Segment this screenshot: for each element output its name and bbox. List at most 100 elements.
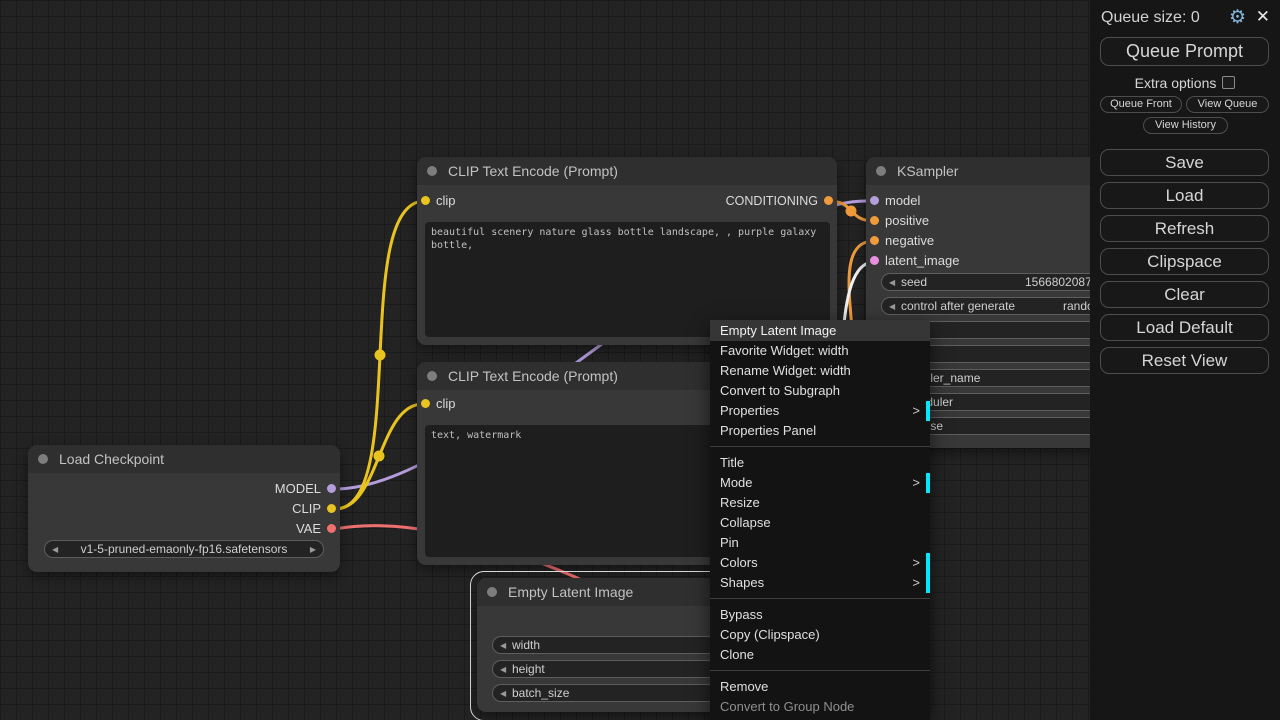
- node-status-dot: [427, 371, 437, 381]
- menu-item-label: Shapes: [720, 575, 764, 590]
- node-title: CLIP Text Encode (Prompt): [448, 368, 618, 384]
- menu-item-label: Pin: [720, 535, 739, 550]
- menu-item-copy-clipspace-[interactable]: Copy (Clipspace): [710, 625, 930, 645]
- decrement-icon[interactable]: ◀: [500, 685, 506, 702]
- menu-item-convert-to-group-node-deprecated-[interactable]: Convert to Group Node (Deprecated): [710, 697, 930, 717]
- queue-prompt-button[interactable]: Queue Prompt: [1100, 37, 1269, 66]
- menu-item-clone[interactable]: Clone: [710, 645, 930, 665]
- decrement-icon[interactable]: ◀: [889, 274, 895, 291]
- menu-item-label: Remove: [720, 679, 768, 694]
- previous-value-icon[interactable]: ◀: [52, 541, 58, 558]
- decrement-icon[interactable]: ◀: [500, 637, 506, 654]
- port-label: clip: [436, 394, 456, 414]
- gear-icon[interactable]: ⚙: [1229, 6, 1246, 29]
- queue-size-label: Queue size: 0: [1101, 9, 1200, 27]
- model-output-port[interactable]: [327, 484, 336, 493]
- conditioning-output-port[interactable]: [824, 196, 833, 205]
- negative-input-port[interactable]: [870, 236, 879, 245]
- menu-item-pin[interactable]: Pin: [710, 533, 930, 553]
- view-queue-button[interactable]: View Queue: [1186, 96, 1269, 113]
- clip-output-port[interactable]: [327, 504, 336, 513]
- context-menu-header: Empty Latent Image: [710, 320, 930, 341]
- widget-label: height: [512, 661, 545, 678]
- menu-item-properties[interactable]: Properties >: [710, 401, 930, 421]
- widget-label: width: [512, 637, 540, 654]
- clipspace-button[interactable]: Clipspace: [1100, 248, 1269, 275]
- comfyui-app: KSampler modelpositivenegativelatent_ima…: [0, 0, 1280, 720]
- submenu-arrow-icon: >: [912, 401, 920, 421]
- node-status-dot: [427, 166, 437, 176]
- node-titlebar[interactable]: CLIP Text Encode (Prompt): [417, 157, 837, 185]
- extra-options-row: Extra options: [1090, 75, 1280, 91]
- submenu-accent-bar: [926, 401, 930, 421]
- menu-divider: [710, 446, 930, 447]
- save-button[interactable]: Save: [1100, 149, 1269, 176]
- menu-item-rename-widget-width[interactable]: Rename Widget: width: [710, 361, 930, 381]
- clip-input-port[interactable]: [421, 399, 430, 408]
- menu-item-mode[interactable]: Mode >: [710, 473, 930, 493]
- node-title: Load Checkpoint: [59, 451, 164, 467]
- widget-label: control after generate: [901, 298, 1015, 315]
- menu-divider: [710, 598, 930, 599]
- port-label: model: [885, 191, 920, 211]
- menu-item-shapes[interactable]: Shapes >: [710, 573, 930, 593]
- menu-item-label: Clone: [720, 647, 754, 662]
- menu-item-properties-panel[interactable]: Properties Panel: [710, 421, 930, 441]
- port-label: positive: [885, 211, 929, 231]
- widget-value: 1566802087: [1025, 274, 1092, 291]
- menu-item-label: Collapse: [720, 515, 771, 530]
- widget-value: v1-5-pruned-emaonly-fp16.safetensors: [64, 541, 304, 558]
- port-label: CLIP: [292, 499, 321, 519]
- submenu-accent-bar: [926, 473, 930, 493]
- model-input-port[interactable]: [870, 196, 879, 205]
- menu-item-remove[interactable]: Remove: [710, 677, 930, 697]
- submenu-accent-bar: [926, 553, 930, 573]
- menu-item-label: Colors: [720, 555, 758, 570]
- node-clip-text-encode-positive[interactable]: CLIP Text Encode (Prompt) clip CONDITION…: [417, 157, 837, 345]
- menu-item-colors[interactable]: Colors >: [710, 553, 930, 573]
- menu-item-bypass[interactable]: Bypass: [710, 605, 930, 625]
- vae-output-port[interactable]: [327, 524, 336, 533]
- decrement-icon[interactable]: ◀: [889, 298, 895, 315]
- menu-item-resize[interactable]: Resize: [710, 493, 930, 513]
- view-history-button[interactable]: View History: [1143, 117, 1228, 134]
- menu-item-label: Copy (Clipspace): [720, 627, 820, 642]
- menu-item-label: Properties: [720, 403, 779, 418]
- queue-front-button[interactable]: Queue Front: [1100, 96, 1182, 113]
- positive-input-port[interactable]: [870, 216, 879, 225]
- menu-item-label: Title: [720, 455, 744, 470]
- reset-view-button[interactable]: Reset View: [1100, 347, 1269, 374]
- menu-item-collapse[interactable]: Collapse: [710, 513, 930, 533]
- menu-divider: [710, 670, 930, 671]
- node-status-dot: [876, 166, 886, 176]
- node-title: Empty Latent Image: [508, 584, 633, 600]
- menu-item-favorite-widget-width[interactable]: Favorite Widget: width: [710, 341, 930, 361]
- decrement-icon[interactable]: ◀: [500, 661, 506, 678]
- node-title: KSampler: [897, 163, 958, 179]
- extra-options-checkbox[interactable]: [1222, 76, 1235, 89]
- next-value-icon[interactable]: ▶: [310, 541, 316, 558]
- widget-label: batch_size: [512, 685, 569, 702]
- port-label: latent_image: [885, 251, 959, 271]
- node-status-dot: [38, 454, 48, 464]
- node-title: CLIP Text Encode (Prompt): [448, 163, 618, 179]
- clear-button[interactable]: Clear: [1100, 281, 1269, 308]
- menu-item-label: Resize: [720, 495, 760, 510]
- load-button[interactable]: Load: [1100, 182, 1269, 209]
- submenu-arrow-icon: >: [912, 473, 920, 493]
- ckpt-name-widget[interactable]: ◀ v1-5-pruned-emaonly-fp16.safetensors ▶: [44, 540, 324, 558]
- node-titlebar[interactable]: Load Checkpoint: [28, 445, 340, 473]
- port-label: CONDITIONING: [726, 191, 818, 211]
- menu-item-title[interactable]: Title: [710, 453, 930, 473]
- menu-item-convert-to-subgraph[interactable]: Convert to Subgraph: [710, 381, 930, 401]
- submenu-arrow-icon: >: [912, 553, 920, 573]
- submenu-arrow-icon: >: [912, 573, 920, 593]
- extra-options-label: Extra options: [1135, 75, 1217, 91]
- latent_image-input-port[interactable]: [870, 256, 879, 265]
- node-load-checkpoint[interactable]: Load Checkpoint MODELCLIPVAE ◀ v1-5-prun…: [28, 445, 340, 572]
- refresh-button[interactable]: Refresh: [1100, 215, 1269, 242]
- menu-item-label: Mode: [720, 475, 753, 490]
- close-icon[interactable]: ✕: [1256, 7, 1270, 27]
- comfy-menu-panel: Queue size: 0 ⚙ ✕ Queue Prompt Extra opt…: [1090, 0, 1280, 720]
- load-default-button[interactable]: Load Default: [1100, 314, 1269, 341]
